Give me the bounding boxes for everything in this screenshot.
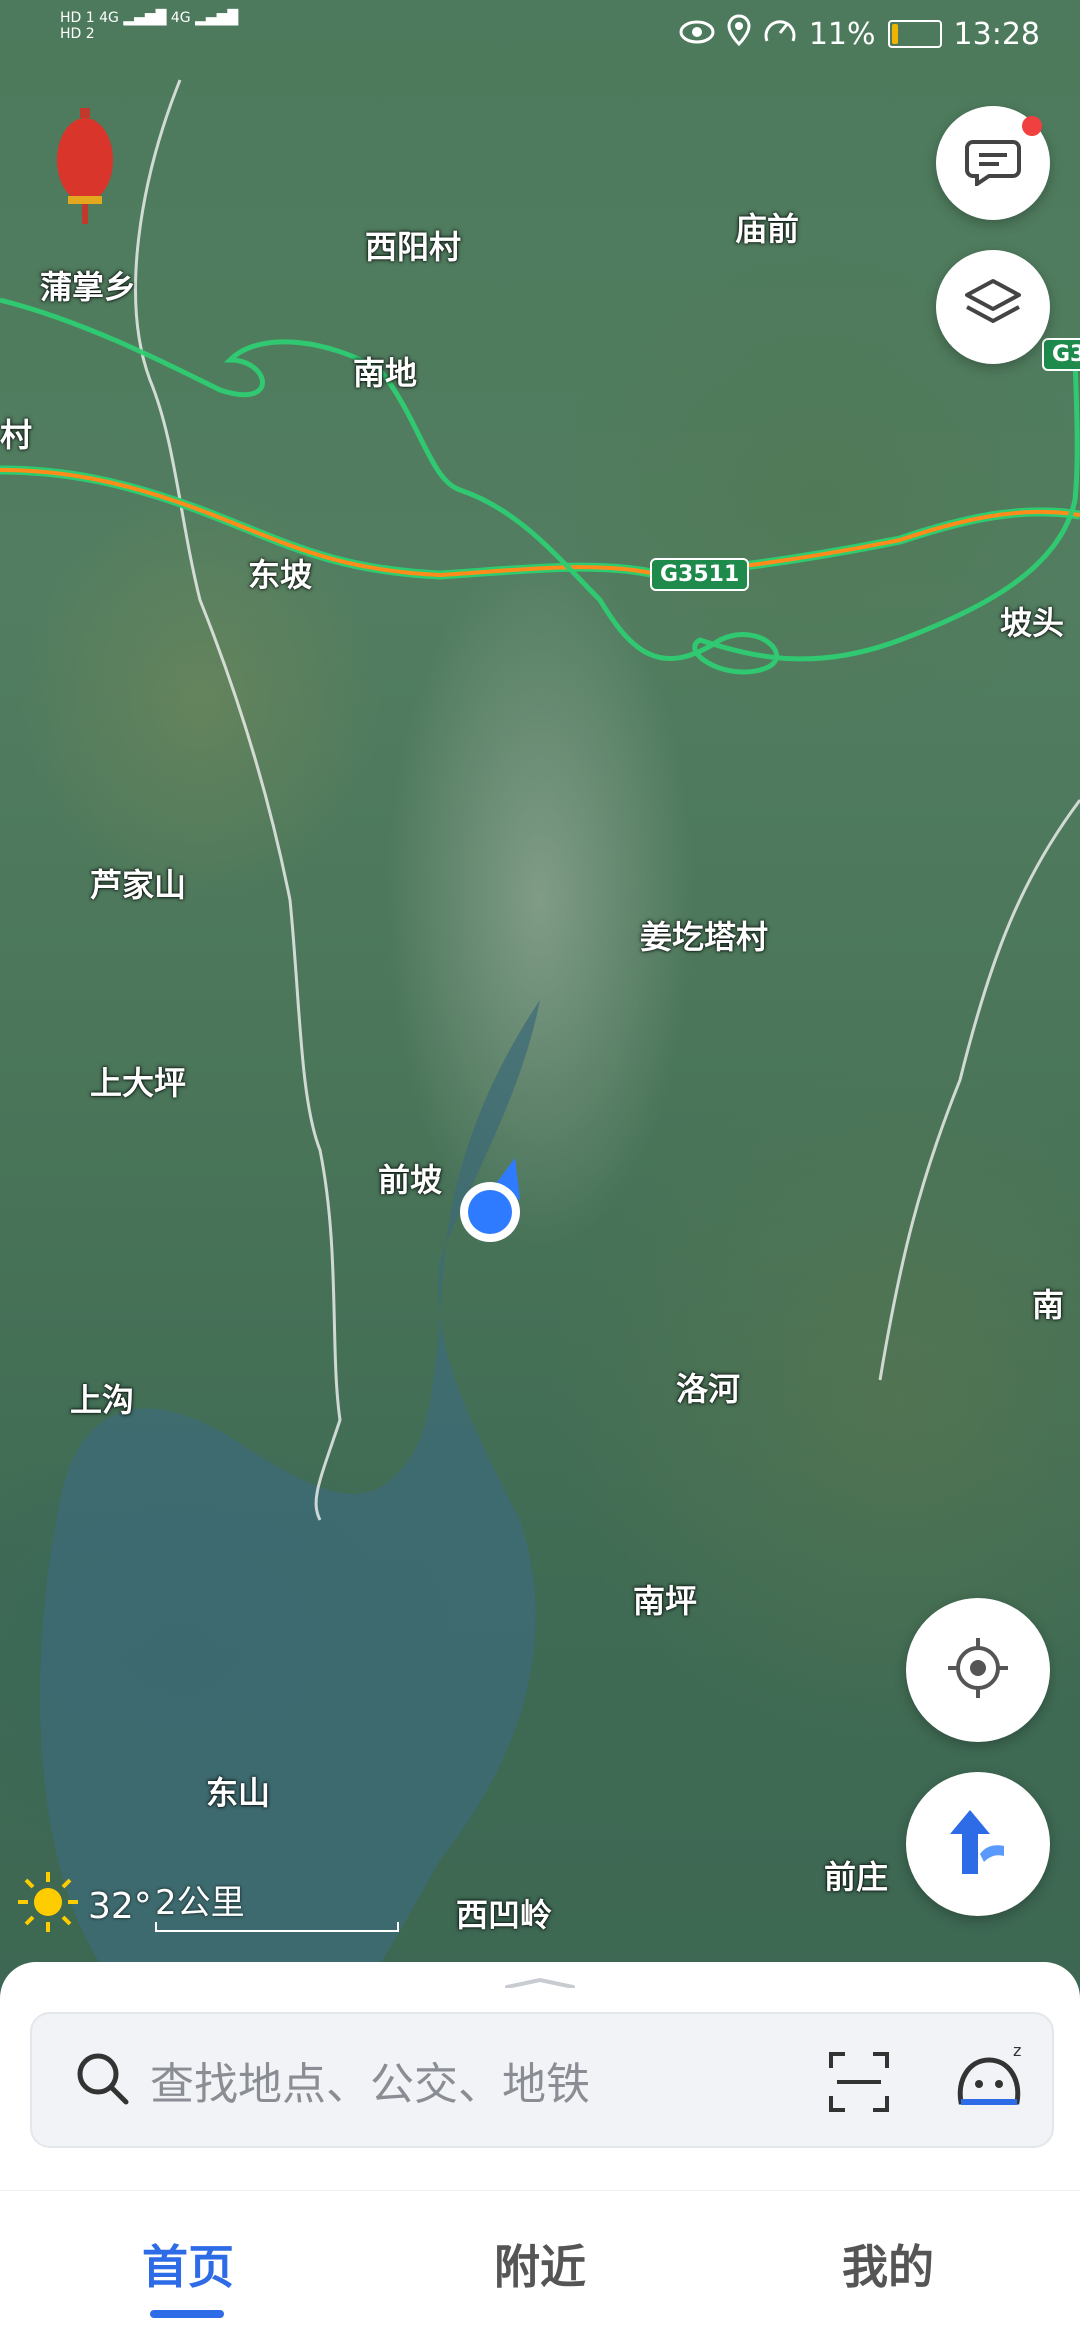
- route-arrow-icon: [946, 1806, 1010, 1882]
- map-label-jianggetacun[interactable]: 姜圪塔村: [640, 912, 768, 958]
- map-label-miaoqian[interactable]: 庙前: [735, 204, 799, 250]
- search-icon: [74, 2050, 130, 2110]
- svg-text:z: z: [1013, 2041, 1021, 2060]
- status-right: 11% 13:28: [679, 14, 1040, 54]
- temperature: 32°: [88, 1886, 152, 1927]
- national-road: [0, 297, 1080, 675]
- layers-button[interactable]: [936, 250, 1050, 364]
- message-icon: [965, 136, 1021, 190]
- active-tab-indicator: [150, 2310, 224, 2318]
- map-label-nandi[interactable]: 南地: [353, 348, 417, 394]
- map-label-qianpo[interactable]: 前坡: [378, 1155, 442, 1201]
- battery-icon: [887, 20, 942, 48]
- search-bar[interactable]: 查找地点、公交、地铁 z: [30, 2012, 1054, 2148]
- weather-widget[interactable]: 32°: [16, 1870, 152, 1943]
- speed-icon: [763, 15, 797, 53]
- location-icon: [727, 14, 751, 54]
- map-label-nan[interactable]: 南: [1032, 1280, 1064, 1326]
- layers-icon: [963, 277, 1023, 337]
- message-button[interactable]: [936, 106, 1050, 220]
- lantern-icon: [57, 108, 113, 224]
- sheet-handle[interactable]: [505, 1978, 575, 1988]
- map-label-puzhangxiang[interactable]: 蒲掌乡: [40, 262, 136, 308]
- reservoir-water: [40, 1000, 540, 1990]
- status-bar: HD 1 4G ▂▄▆█ 4G ▂▄▆█ HD 2 11% 13:28: [0, 0, 1080, 70]
- scale-line: [155, 1922, 399, 1932]
- local-road: [134, 79, 342, 1521]
- highway-g3511-traffic: [0, 468, 1080, 578]
- search-placeholder[interactable]: 查找地点、公交、地铁: [150, 2048, 590, 2112]
- tab-mine[interactable]: 我的: [788, 2231, 988, 2297]
- road-shield-g3511[interactable]: G3511: [650, 558, 750, 591]
- map-label-qianzhuang[interactable]: 前庄: [824, 1852, 888, 1898]
- map-label-shanggou[interactable]: 上沟: [70, 1375, 134, 1421]
- locate-button[interactable]: [906, 1598, 1050, 1742]
- map-label-shangdaping[interactable]: 上大坪: [90, 1058, 186, 1104]
- tab-home[interactable]: 首页: [88, 2231, 288, 2297]
- location-dot: [468, 1190, 512, 1234]
- scale-label: 2公里: [155, 1883, 245, 1923]
- map-label-xiaoling[interactable]: 西凹岭: [456, 1890, 552, 1936]
- map-label-dongpo[interactable]: 东坡: [248, 550, 312, 596]
- sun-icon: [16, 1870, 80, 1943]
- map-label-dongshan[interactable]: 东山: [206, 1768, 270, 1814]
- map-label-xiyangcun[interactable]: 西阳村: [365, 222, 461, 268]
- map-label-nanping[interactable]: 南坪: [633, 1576, 697, 1622]
- route-button[interactable]: [906, 1772, 1050, 1916]
- bottom-tab-bar: 首页 附近 我的: [0, 2190, 1080, 2341]
- eye-icon: [679, 17, 715, 52]
- map-label-cun[interactable]: 村: [0, 410, 32, 456]
- map-label-potou[interactable]: 坡头: [1000, 598, 1064, 644]
- clock: 13:28: [953, 16, 1040, 52]
- road-shield-g3[interactable]: G3: [1042, 338, 1080, 371]
- assistant-icon[interactable]: z: [947, 2040, 1031, 2128]
- highway-g3511-base: [0, 465, 1080, 580]
- locate-icon: [946, 1636, 1010, 1704]
- map-label-luohe[interactable]: 洛河: [676, 1364, 740, 1410]
- battery-percent: 11%: [808, 16, 876, 52]
- map-label-lujiashan[interactable]: 芦家山: [90, 860, 186, 906]
- network-indicators: HD 1 4G ▂▄▆█ 4G ▂▄▆█ HD 2: [60, 10, 239, 42]
- tab-nearby[interactable]: 附近: [440, 2231, 640, 2297]
- notification-badge: [1022, 116, 1042, 136]
- scan-icon[interactable]: [827, 2050, 891, 2118]
